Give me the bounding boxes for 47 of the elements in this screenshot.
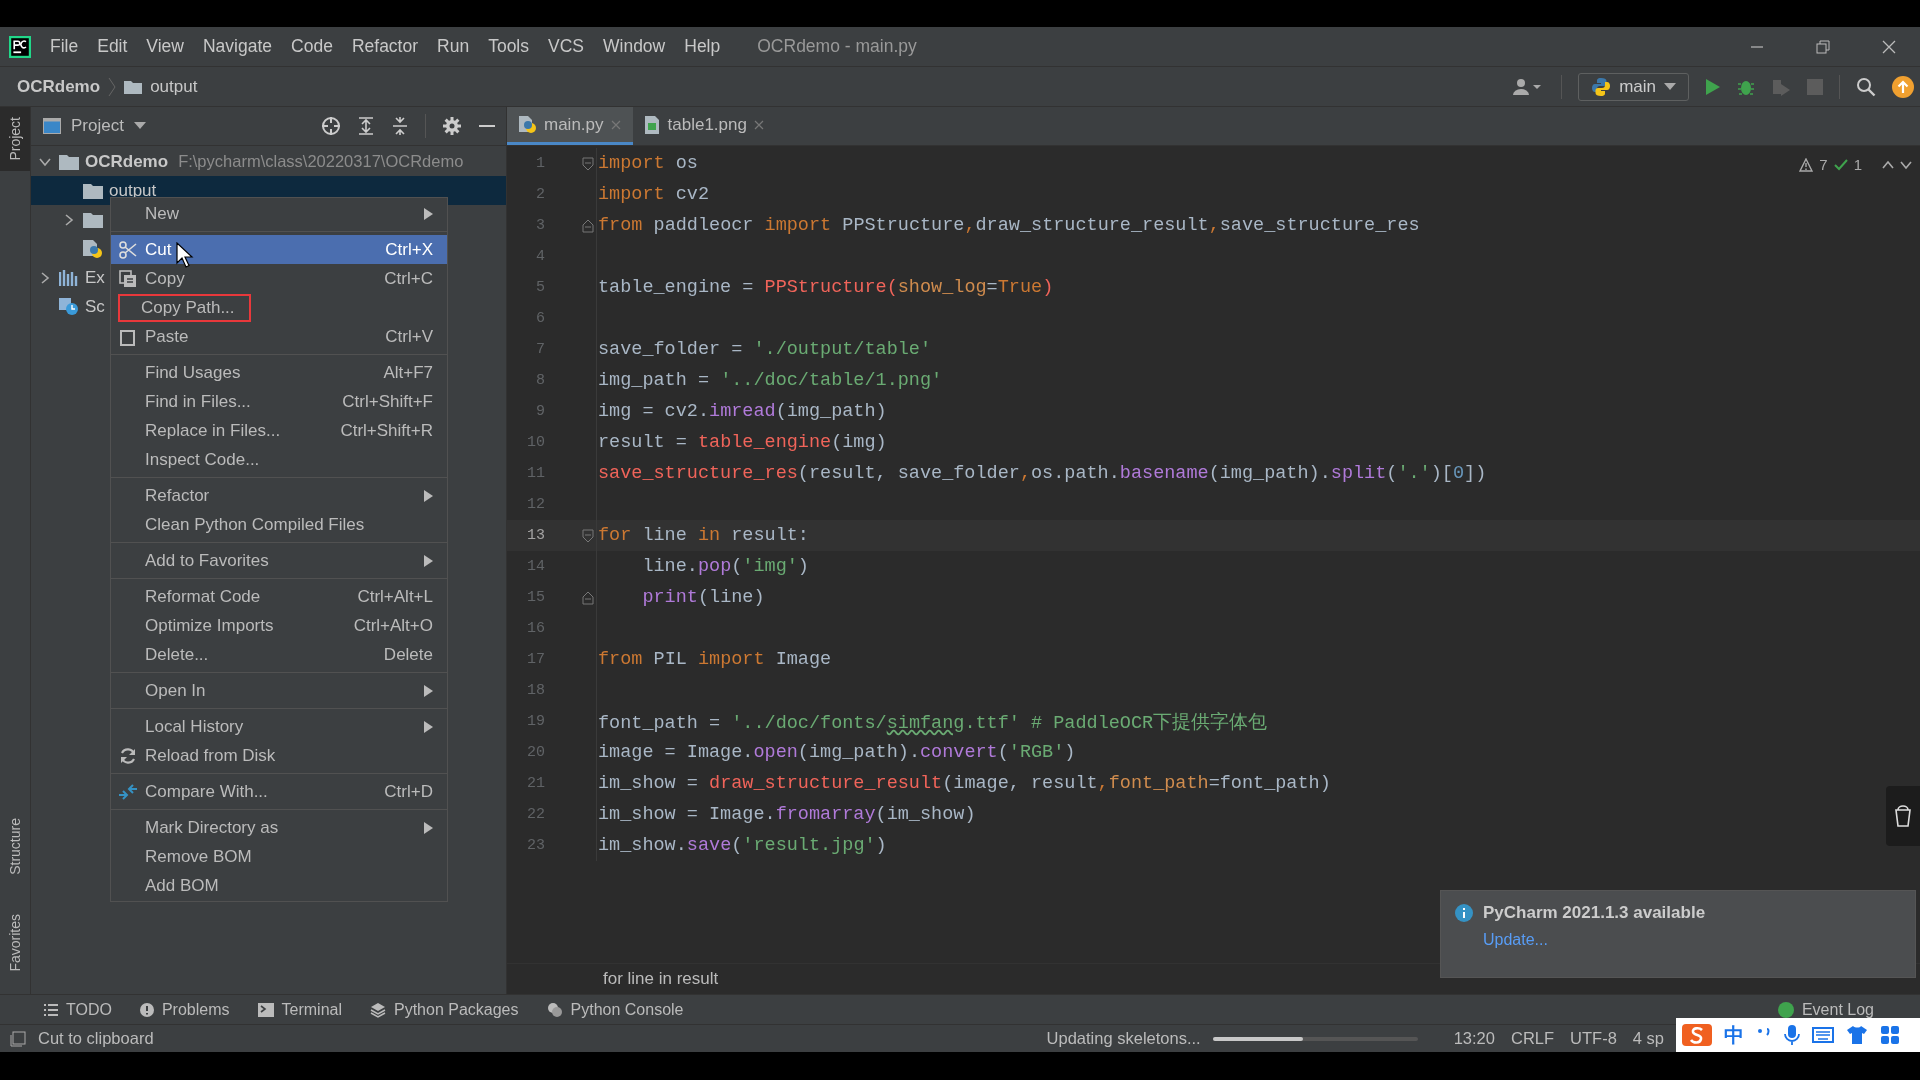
line-number: 14	[526, 558, 545, 575]
notification-title: PyCharm 2021.1.3 available	[1483, 903, 1706, 923]
line-number: 20	[526, 744, 545, 761]
code-line: import cv2	[598, 184, 710, 205]
code-line: from paddleocr import PPStructure,draw_structure_result,save_structure_res	[598, 215, 1420, 236]
line-number: 23	[526, 837, 545, 854]
line-number: 9	[535, 403, 545, 420]
line-number: 5	[535, 279, 545, 296]
code-line: table_engine = PPStructure(show_log=True)	[598, 277, 1054, 298]
line-number: 12	[526, 496, 545, 513]
code-line: for line in result:	[598, 525, 809, 546]
line-number: 19	[526, 713, 545, 730]
line-number: 8	[535, 372, 545, 389]
ok-count: 1	[1853, 156, 1862, 173]
line-number: 2	[535, 186, 545, 203]
code-line: from PIL import Image	[598, 649, 832, 670]
code-line: im_show = Image.fromarray(im_show)	[598, 804, 976, 825]
line-number: 11	[526, 465, 545, 482]
code-line: line.pop('img')	[641, 556, 809, 577]
code-line: import os	[598, 153, 698, 174]
line-number: 21	[526, 775, 545, 792]
warning-count: 7	[1819, 156, 1828, 173]
line-number: 22	[526, 806, 545, 823]
code-line: image = Image.open(img_path).convert('RGB')	[598, 742, 1076, 763]
code-line: print(line)	[641, 587, 765, 608]
line-number: 13	[526, 527, 545, 544]
line-number: 4	[535, 248, 545, 265]
line-number: 16	[526, 620, 545, 637]
window-title: OCRdemo - main.py	[757, 36, 917, 57]
line-number: 15	[526, 589, 545, 606]
line-number: 3	[535, 217, 545, 234]
code-line: result = table_engine(img)	[598, 432, 887, 453]
status-message: Cut to clipboard	[38, 1029, 154, 1048]
code-line: img = cv2.imread(img_path)	[598, 401, 887, 422]
code-line: save_folder = './output/table'	[598, 339, 932, 360]
line-number: 18	[526, 682, 545, 699]
line-number: 10	[526, 434, 545, 451]
code-line: save_structure_res(result, save_folder,os.path.basename(img_path).split('.')[0])	[598, 463, 1487, 484]
line-number: 6	[535, 310, 545, 327]
code-line: img_path = '../doc/table/1.png'	[598, 370, 943, 391]
code-line: im_show = draw_structure_result(image, result,font_path=font_path)	[598, 773, 1331, 794]
code-line: im_show.save('result.jpg')	[598, 835, 887, 856]
line-number: 17	[526, 651, 545, 668]
project-path: F:\pycharm\class\20220317\OCRdemo	[178, 152, 464, 171]
code-line: font_path = '../doc/fonts/simfang.ttf' # PaddleOCR下提供字体包	[598, 711, 1268, 734]
line-number: 7	[535, 341, 545, 358]
line-number: 1	[535, 155, 545, 172]
